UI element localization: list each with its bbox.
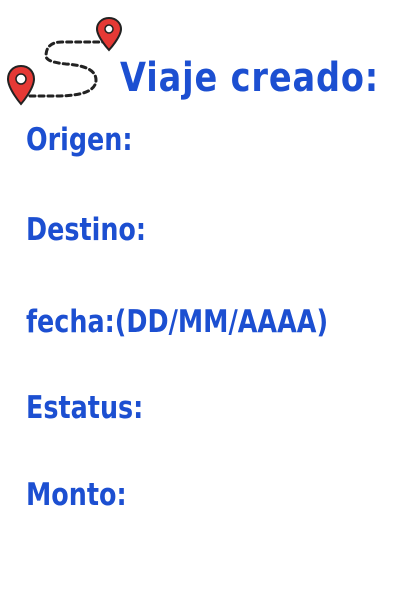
date-label: fecha:(DD/MM/AAAA) bbox=[26, 304, 329, 340]
amount-label: Monto: bbox=[26, 477, 127, 513]
origin-label: Origen: bbox=[26, 122, 133, 158]
page-title: Viaje creado: bbox=[120, 55, 380, 101]
origin-pin-icon bbox=[6, 64, 36, 106]
trip-header: Viaje creado: bbox=[0, 0, 400, 120]
destination-pin-icon bbox=[95, 16, 123, 52]
destination-label: Destino: bbox=[26, 212, 147, 248]
status-label: Estatus: bbox=[26, 390, 144, 426]
route-pins-icon bbox=[6, 16, 123, 106]
